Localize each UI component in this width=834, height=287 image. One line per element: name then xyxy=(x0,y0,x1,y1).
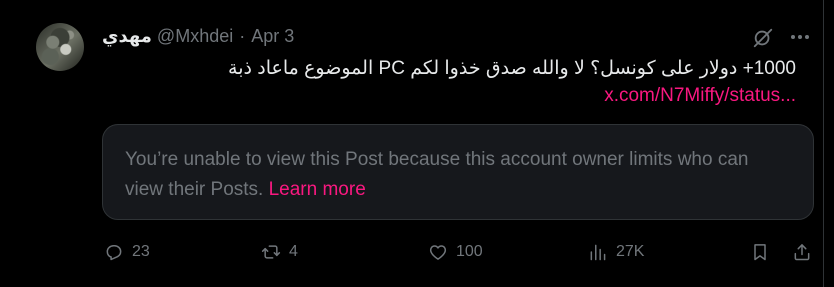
views-count: 27K xyxy=(616,243,645,260)
post-text: 1000+ دولار على كونسل؟ لا والله صدق خذوا… xyxy=(228,58,796,79)
like-icon xyxy=(429,245,447,260)
action-bar: 23 4 100 27K xyxy=(0,239,823,265)
share-button[interactable] xyxy=(792,239,812,265)
notice-message: You’re unable to view this Post because … xyxy=(125,149,749,200)
repost-icon xyxy=(261,245,281,259)
reply-icon xyxy=(106,245,122,261)
views-icon xyxy=(590,244,606,261)
repost-button[interactable]: 4 xyxy=(261,239,298,265)
post-link[interactable]: x.com/N7Miffy/status... xyxy=(604,83,796,109)
reply-count: 23 xyxy=(132,243,150,260)
post-date[interactable]: Apr 3 xyxy=(251,26,294,47)
like-count: 100 xyxy=(456,243,483,260)
repost-count: 4 xyxy=(289,243,298,260)
like-button[interactable]: 100 xyxy=(428,239,483,265)
views-button[interactable]: 27K xyxy=(588,239,644,265)
header-separator: · xyxy=(239,25,246,46)
author-handle[interactable]: @Mxhdei xyxy=(157,26,233,47)
restricted-post-notice: You’re unable to view this Post because … xyxy=(102,124,814,220)
share-icon xyxy=(794,244,810,261)
avatar[interactable] xyxy=(36,23,84,71)
learn-more-link[interactable]: Learn more xyxy=(269,179,366,200)
author-display-name[interactable]: مهدي xyxy=(102,26,152,47)
reply-button[interactable]: 23 xyxy=(104,239,150,265)
scroll-edge xyxy=(823,0,834,287)
more-icon[interactable] xyxy=(788,25,812,49)
post-header: مهدي @Mxhdei · Apr 3 xyxy=(102,24,294,48)
post[interactable]: مهدي @Mxhdei · Apr 3 1000+ دولار على كون… xyxy=(0,0,823,287)
bookmark-button[interactable] xyxy=(750,239,770,265)
bookmark-icon xyxy=(754,244,766,261)
grok-icon[interactable] xyxy=(752,27,774,49)
